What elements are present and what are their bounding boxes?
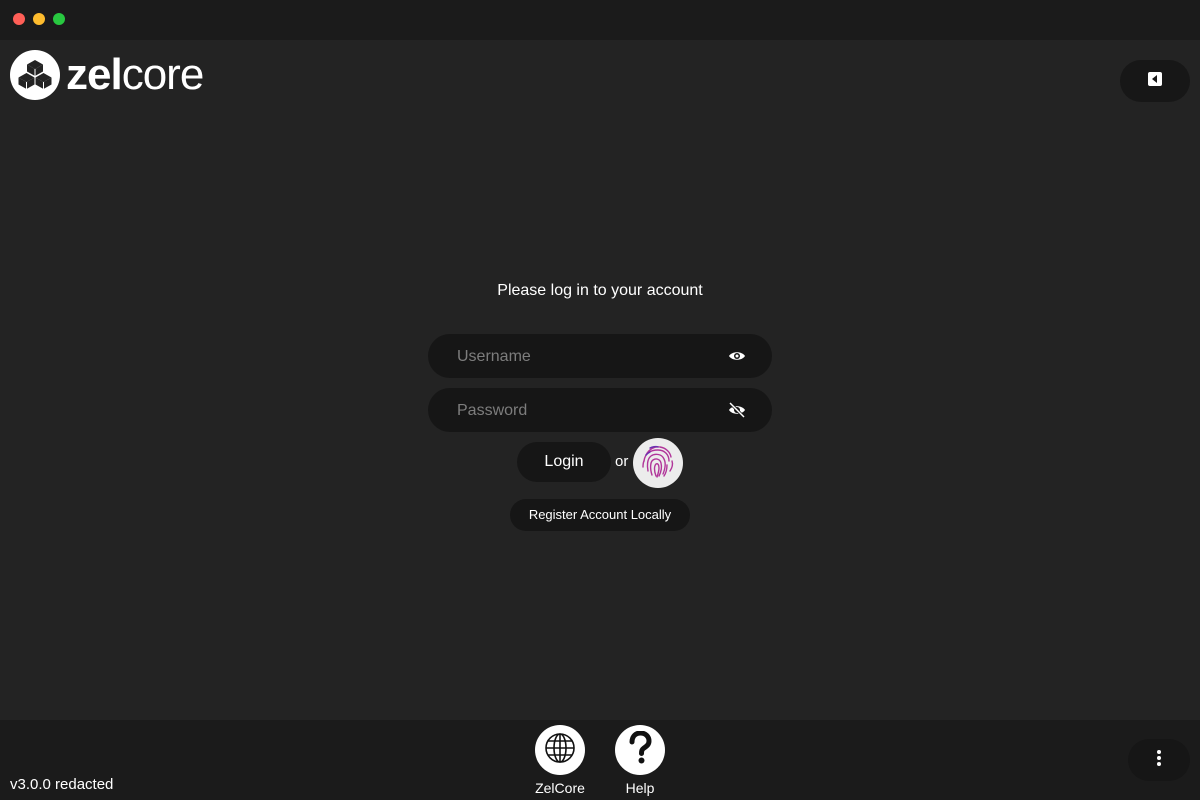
help-button[interactable]: Help xyxy=(612,725,668,797)
help-button-label: Help xyxy=(625,780,655,796)
collapse-panel-button[interactable] xyxy=(1120,60,1190,102)
more-options-button[interactable] xyxy=(1128,739,1190,781)
eye-icon[interactable] xyxy=(728,348,746,364)
globe-icon xyxy=(544,732,576,769)
fingerprint-login-button[interactable] xyxy=(633,438,683,488)
help-button-circle xyxy=(615,725,665,775)
username-input[interactable] xyxy=(455,334,729,380)
question-mark-icon xyxy=(625,729,655,770)
app-window: zelcore Please log in to your account Us… xyxy=(0,0,1200,800)
app-version: v3.0.0 redacted xyxy=(10,776,114,793)
window-maximize-button[interactable] xyxy=(53,13,65,25)
zelcore-button-label: ZelCore xyxy=(535,780,585,796)
window-close-button[interactable] xyxy=(13,13,25,25)
logo-text-light: core xyxy=(121,50,205,99)
password-input[interactable] xyxy=(455,388,729,434)
app-logo-wordmark: zelcore xyxy=(66,50,205,100)
eye-slash-icon[interactable] xyxy=(728,401,746,419)
zelcore-button-circle xyxy=(535,725,585,775)
username-field xyxy=(428,334,772,380)
zelcore-website-button[interactable]: ZelCore xyxy=(532,725,588,797)
register-account-button[interactable]: Register Account Locally xyxy=(510,499,690,531)
vertical-dots-icon xyxy=(1156,749,1162,772)
fingerprint-icon xyxy=(638,441,678,486)
login-button[interactable]: Login xyxy=(517,442,611,482)
password-field xyxy=(428,388,772,434)
footer-bar: v3.0.0 redacted ZelCore Help xyxy=(0,720,1200,800)
logo-text-bold: zel xyxy=(66,50,123,99)
app-logo: zelcore xyxy=(10,50,205,100)
title-bar xyxy=(0,0,1200,40)
zelcore-hex-logo-icon xyxy=(10,50,60,100)
caret-left-icon xyxy=(1148,71,1162,91)
login-prompt: Please log in to your account xyxy=(497,282,703,299)
or-separator: or xyxy=(615,453,629,470)
window-minimize-button[interactable] xyxy=(33,13,45,25)
